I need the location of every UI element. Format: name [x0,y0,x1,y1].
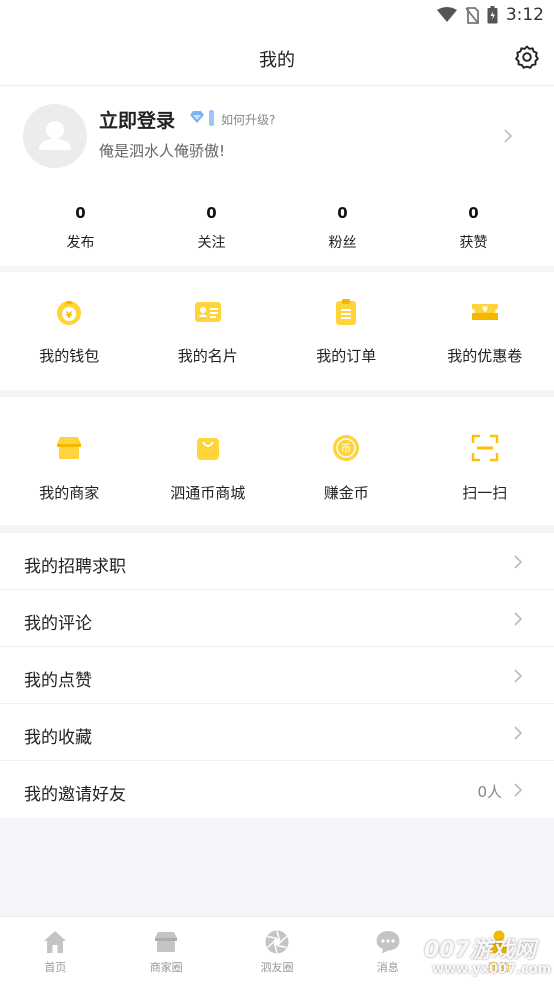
chevron-right-icon [514,726,522,740]
svg-text:¥: ¥ [66,311,73,321]
invite-count: 0人 [477,783,502,801]
feature-grid-bottom: 我的商家 泗通币商城 币 赚金币 扫一扫 [0,397,554,525]
grid-item-coin-mall[interactable]: 泗通币商城 [139,397,278,525]
business-card-icon [194,302,221,322]
tab-label: 首页 [44,961,67,974]
person-icon [488,930,509,953]
stat-posts[interactable]: 0 发布 [15,204,146,252]
stat-likes[interactable]: 0 获赞 [408,204,539,252]
avatar[interactable] [23,104,87,168]
stat-label: 关注 [197,235,226,251]
grid-item-earn-coins[interactable]: 币 赚金币 [277,397,416,525]
bottom-tab-bar: 首页 商家圈 泗友圈 消息 我的 [0,916,554,986]
diamond-icon [190,111,204,123]
grid-item-orders[interactable]: 我的订单 [277,272,416,390]
tab-label: 商家圈 [149,961,183,974]
chevron-right-icon [514,783,522,797]
menu-item-comments[interactable]: 我的评论 [0,590,554,647]
menu-label: 我的邀请好友 [24,785,126,805]
login-label[interactable]: 立即登录 [99,106,175,133]
grid-item-coupons[interactable]: ¥ 我的优惠卷 [416,272,554,390]
feature-grid-top: ¥ 我的钱包 我的名片 我的订单 ¥ 我的优惠卷 [0,272,554,390]
shop-icon [155,932,178,952]
stats-row: 0 发布 0 关注 0 粉丝 0 获赞 [0,204,554,252]
stat-following[interactable]: 0 关注 [146,204,277,252]
tab-merchant-circle[interactable]: 商家圈 [111,917,222,986]
tab-messages[interactable]: 消息 [332,917,443,986]
grid-item-my-shop[interactable]: 我的商家 [0,397,139,525]
chevron-right-icon [514,612,522,626]
upgrade-link[interactable]: 如何升级? [221,111,275,128]
grid-label: 我的名片 [177,347,238,365]
no-sim-icon [465,6,479,24]
stat-value: 0 [337,204,348,222]
shopping-bag-icon [196,438,219,460]
grid-label: 泗通币商城 [170,484,246,502]
tab-label: 消息 [376,961,399,974]
status-icons: 3:12 [436,5,544,25]
grid-label: 我的优惠卷 [447,347,523,365]
vip-level-bar [209,110,214,126]
stat-label: 粉丝 [328,235,357,251]
stat-label: 获赞 [459,235,488,251]
tab-label: 我的 [487,961,510,974]
page-title: 我的 [259,50,295,71]
settings-gear-icon[interactable] [514,44,540,70]
coin-icon: 币 [333,435,360,461]
menu-item-invite-friends[interactable]: 我的邀请好友 0人 [0,761,554,818]
menu-label: 我的评论 [24,614,92,634]
stat-followers[interactable]: 0 粉丝 [277,204,408,252]
tab-label: 泗友圈 [260,961,294,974]
menu-item-jobs[interactable]: 我的招聘求职 [0,533,554,590]
battery-icon [487,6,498,24]
status-bar: 3:12 [0,0,554,30]
tab-home[interactable]: 首页 [0,917,111,986]
tab-friends-circle[interactable]: 泗友圈 [222,917,333,986]
stat-value: 0 [206,204,217,222]
money-bag-icon: ¥ [57,301,82,325]
chevron-right-icon [504,129,512,143]
menu-label: 我的招聘求职 [24,557,126,577]
profile-card[interactable]: 立即登录 如何升级? 俺是泗水人俺骄傲! 0 发布 0 关注 0 粉丝 0 获赞 [0,86,554,266]
grid-label: 赚金币 [323,484,369,502]
coupon-ticket-icon: ¥ [471,304,498,320]
menu-list: 我的招聘求职 我的评论 我的点赞 我的收藏 我的邀请好友 0人 [0,533,554,818]
scan-icon [471,434,498,462]
menu-item-likes[interactable]: 我的点赞 [0,647,554,704]
stat-label: 发布 [66,235,95,251]
home-icon [44,931,67,953]
wifi-icon [436,7,457,22]
stat-value: 0 [468,204,479,222]
menu-label: 我的收藏 [24,728,92,748]
grid-label: 我的商家 [39,484,100,502]
title-bar: 我的 [0,30,554,86]
grid-label: 我的订单 [316,347,377,365]
aperture-icon [265,930,289,954]
menu-label: 我的点赞 [24,671,92,691]
chevron-right-icon [514,669,522,683]
svg-text:¥: ¥ [482,305,488,314]
status-time: 3:12 [505,5,544,25]
svg-text:币: 币 [341,443,351,455]
stat-value: 0 [75,204,86,222]
grid-item-scan[interactable]: 扫一扫 [416,397,554,525]
grid-label: 我的钱包 [39,347,100,365]
menu-item-favorites[interactable]: 我的收藏 [0,704,554,761]
grid-item-business-card[interactable]: 我的名片 [139,272,278,390]
chevron-right-icon [514,555,522,569]
user-signature: 俺是泗水人俺骄傲! [99,142,226,160]
shop-icon [57,437,82,459]
grid-item-wallet[interactable]: ¥ 我的钱包 [0,272,139,390]
default-user-icon [39,121,71,150]
grid-label: 扫一扫 [462,484,508,502]
chat-bubble-icon [376,931,400,954]
order-clipboard-icon [336,299,357,325]
tab-me[interactable]: 我的 [443,917,554,986]
